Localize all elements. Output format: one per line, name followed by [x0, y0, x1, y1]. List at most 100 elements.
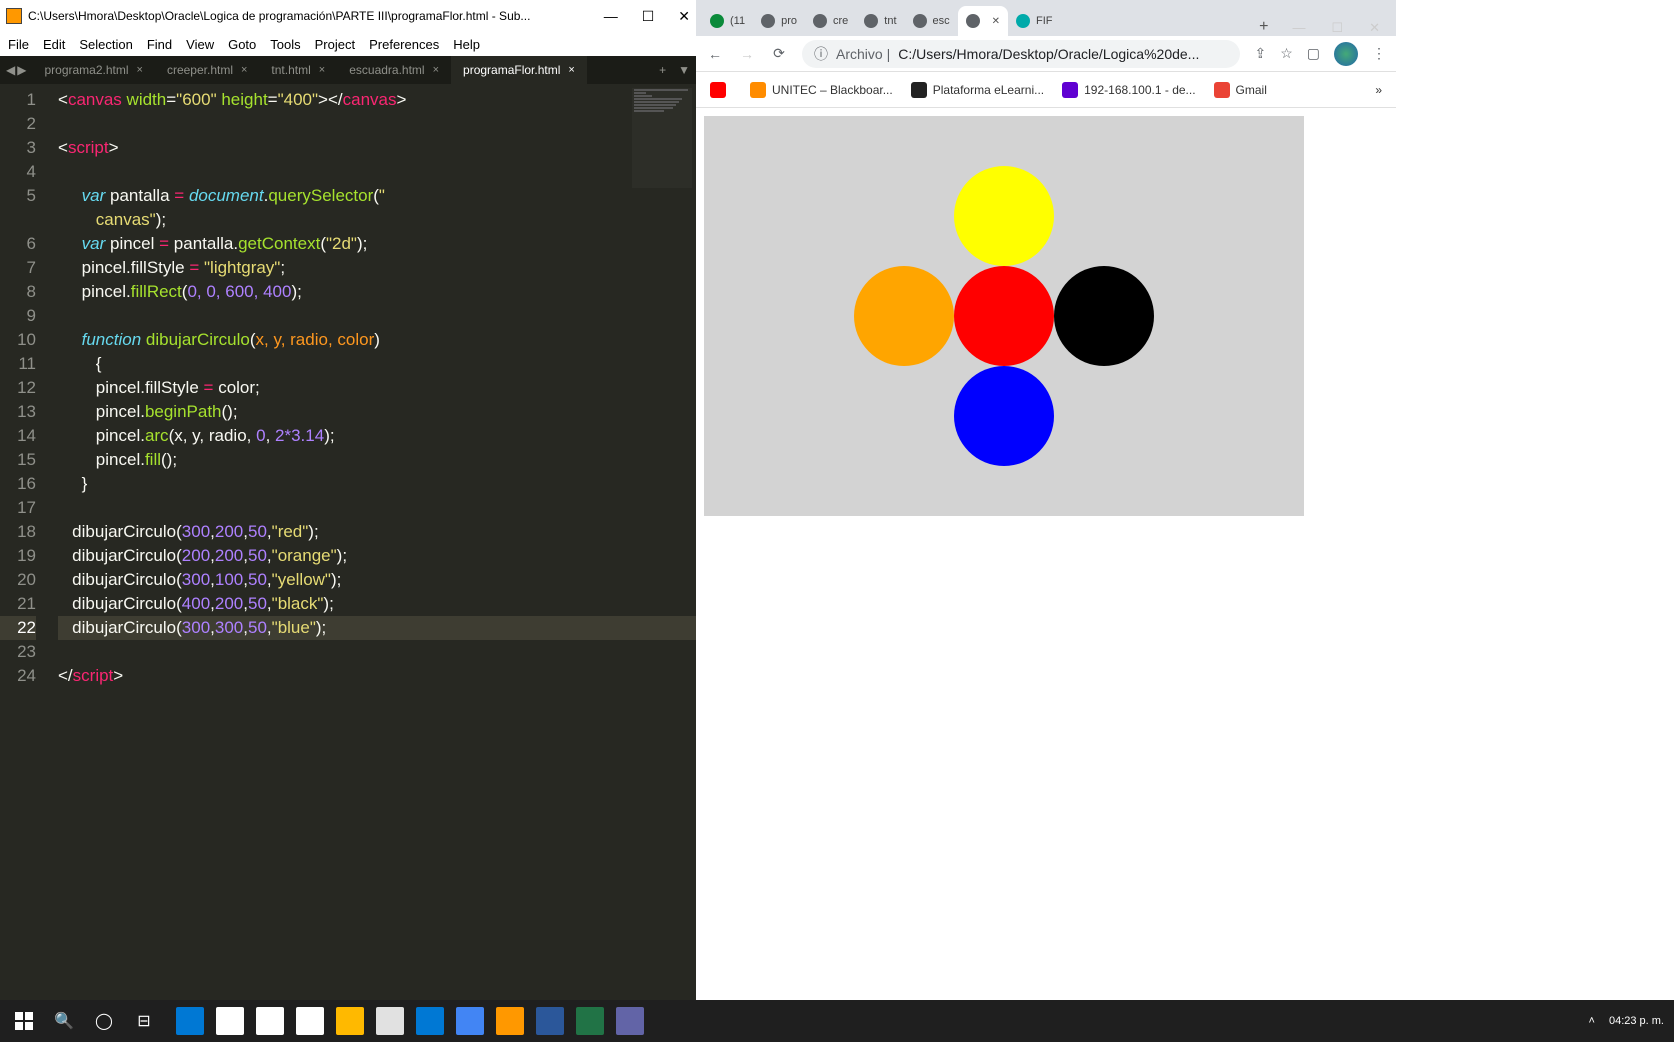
code-line[interactable]: <canvas width="600" height="400"></canva… — [58, 88, 696, 112]
start-button[interactable] — [10, 1007, 38, 1035]
line-number[interactable]: 12 — [0, 376, 36, 400]
line-number[interactable]: 17 — [0, 496, 36, 520]
browser-tab[interactable]: FIF — [1008, 6, 1061, 36]
code-line[interactable]: pincel.fillStyle = color; — [58, 376, 696, 400]
code-line[interactable]: } — [58, 472, 696, 496]
tab-close-icon[interactable]: × — [137, 64, 143, 76]
line-number[interactable]: 6 — [0, 232, 36, 256]
line-number[interactable]: 18 — [0, 520, 36, 544]
code-line[interactable] — [58, 496, 696, 520]
code-line[interactable]: dibujarCirculo(200,200,50,"orange"); — [58, 544, 696, 568]
menu-find[interactable]: Find — [147, 37, 172, 52]
line-number[interactable]: 1 — [0, 88, 36, 112]
editor-tab[interactable]: creeper.html× — [155, 56, 259, 84]
forward-button[interactable]: → — [738, 46, 756, 62]
menu-file[interactable]: File — [8, 37, 29, 52]
profile-avatar[interactable] — [1334, 42, 1358, 66]
taskbar-app-icon[interactable] — [616, 1007, 644, 1035]
chrome-max-icon[interactable]: ☐ — [1331, 20, 1343, 36]
bookmark-item[interactable] — [710, 82, 732, 98]
menu-selection[interactable]: Selection — [79, 37, 132, 52]
browser-tab[interactable]: esc — [905, 6, 958, 36]
sublime-titlebar[interactable]: C:\Users\Hmora\Desktop\Oracle\Logica de … — [0, 0, 696, 32]
menu-view[interactable]: View — [186, 37, 214, 52]
tray-chevron-icon[interactable]: ˄ — [1589, 1015, 1595, 1027]
code-editor[interactable]: <canvas width="600" height="400"></canva… — [44, 84, 696, 1016]
maximize-button[interactable]: ☐ — [642, 8, 655, 25]
info-icon[interactable]: ⓘ — [814, 44, 828, 64]
taskbar-app-icon[interactable] — [536, 1007, 564, 1035]
back-button[interactable]: ← — [706, 46, 724, 62]
taskbar-app-icon[interactable] — [216, 1007, 244, 1035]
taskbar-app-icon[interactable] — [376, 1007, 404, 1035]
menu-help[interactable]: Help — [453, 37, 480, 52]
line-number[interactable]: 7 — [0, 256, 36, 280]
bookmark-item[interactable]: Gmail — [1214, 82, 1267, 98]
code-line[interactable] — [58, 304, 696, 328]
menu-project[interactable]: Project — [315, 37, 355, 52]
editor-tab[interactable]: programa2.html× — [32, 56, 154, 84]
menu-icon[interactable]: ⋮ — [1372, 45, 1386, 62]
line-number[interactable]: 9 — [0, 304, 36, 328]
line-number[interactable]: 10 — [0, 328, 36, 352]
nav-forward-icon[interactable]: ▶ — [17, 63, 26, 77]
code-line[interactable] — [58, 160, 696, 184]
line-number[interactable]: 5 — [0, 184, 36, 232]
line-number[interactable]: 8 — [0, 280, 36, 304]
clock[interactable]: 04:23 p. m. — [1609, 1015, 1664, 1027]
line-number[interactable]: 19 — [0, 544, 36, 568]
code-line[interactable]: pincel.arc(x, y, radio, 0, 2*3.14); — [58, 424, 696, 448]
taskbar-app-icon[interactable] — [456, 1007, 484, 1035]
code-line[interactable]: { — [58, 352, 696, 376]
taskbar-app-icon[interactable] — [176, 1007, 204, 1035]
tab-close-icon[interactable]: × — [319, 64, 325, 76]
browser-tab[interactable]: ✕ — [958, 6, 1008, 36]
code-line[interactable]: </script> — [58, 664, 696, 688]
code-line[interactable]: var pincel = pantalla.getContext("2d"); — [58, 232, 696, 256]
line-number[interactable]: 15 — [0, 448, 36, 472]
share-icon[interactable]: ⇪ — [1254, 45, 1266, 62]
menu-edit[interactable]: Edit — [43, 37, 65, 52]
code-line[interactable] — [58, 640, 696, 664]
sidepanel-icon[interactable]: ▢ — [1307, 45, 1320, 62]
search-icon[interactable]: 🔍 — [50, 1007, 78, 1035]
taskbar-app-icon[interactable] — [416, 1007, 444, 1035]
browser-tab[interactable]: tnt — [856, 6, 904, 36]
line-number[interactable]: 24 — [0, 664, 36, 688]
line-number[interactable]: 4 — [0, 160, 36, 184]
tab-close-icon[interactable]: ✕ — [992, 16, 1000, 27]
taskbar-app-icon[interactable] — [496, 1007, 524, 1035]
menu-goto[interactable]: Goto — [228, 37, 256, 52]
taskbar-app-icon[interactable] — [576, 1007, 604, 1035]
line-number[interactable]: 20 — [0, 568, 36, 592]
bookmarks-overflow-icon[interactable]: » — [1375, 83, 1382, 97]
nav-back-icon[interactable]: ◀ — [6, 63, 15, 77]
cortana-icon[interactable]: ◯ — [90, 1007, 118, 1035]
minimize-button[interactable]: — — [604, 8, 618, 25]
tab-dropdown-icon[interactable]: ▼ — [672, 63, 696, 77]
code-line[interactable]: function dibujarCirculo(x, y, radio, col… — [58, 328, 696, 352]
line-number[interactable]: 2 — [0, 112, 36, 136]
taskbar-app-icon[interactable] — [336, 1007, 364, 1035]
star-icon[interactable]: ☆ — [1280, 45, 1293, 62]
code-line[interactable]: var pantalla = document.querySelector(" … — [58, 184, 696, 232]
code-line[interactable]: dibujarCirculo(300,100,50,"yellow"); — [58, 568, 696, 592]
browser-tab[interactable]: (11 — [702, 6, 753, 36]
chrome-min-icon[interactable]: — — [1292, 20, 1305, 36]
omnibox[interactable]: ⓘ Archivo | C:/Users/Hmora/Desktop/Oracl… — [802, 40, 1240, 68]
line-number[interactable]: 11 — [0, 352, 36, 376]
editor-tab[interactable]: programaFlor.html× — [451, 56, 587, 84]
tab-close-icon[interactable]: × — [433, 64, 439, 76]
chrome-close-icon[interactable]: ✕ — [1369, 20, 1380, 36]
bookmark-item[interactable]: UNITEC – Blackboar... — [750, 82, 893, 98]
editor-tab[interactable]: tnt.html× — [259, 56, 337, 84]
editor-tab[interactable]: escuadra.html× — [337, 56, 451, 84]
browser-tab[interactable]: cre — [805, 6, 856, 36]
taskbar-app-icon[interactable] — [296, 1007, 324, 1035]
code-line[interactable]: pincel.fill(); — [58, 448, 696, 472]
line-number[interactable]: 22 — [0, 616, 36, 640]
code-line[interactable]: dibujarCirculo(300,300,50,"blue"); — [58, 616, 696, 640]
browser-tab[interactable]: pro — [753, 6, 805, 36]
new-tab-button[interactable]: + — [653, 63, 672, 77]
code-line[interactable]: <script> — [58, 136, 696, 160]
